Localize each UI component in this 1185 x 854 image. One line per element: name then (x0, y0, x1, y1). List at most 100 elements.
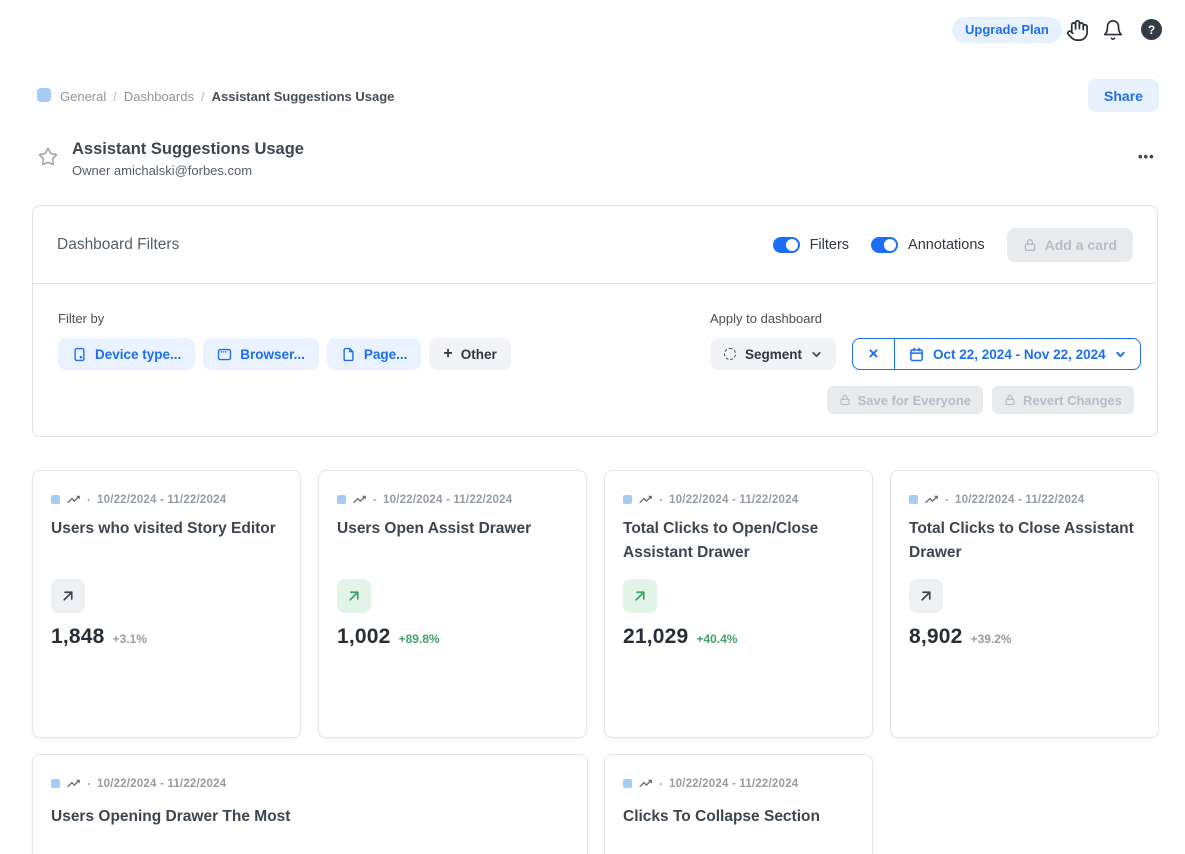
segment-dropdown[interactable]: Segment (710, 338, 836, 370)
trending-up-icon (66, 492, 81, 507)
card-meta: · 10/22/2024 - 11/22/2024 (909, 492, 1084, 507)
browser-icon (217, 347, 232, 362)
apply-controls-row: Segment × Oct 22, 2024 - Nov 22, 2024 (710, 338, 1141, 370)
other-filter-chip[interactable]: + Other (429, 338, 510, 370)
breadcrumb-current: Assistant Suggestions Usage (212, 89, 395, 104)
add-a-card-label: Add a card (1045, 237, 1117, 253)
annotations-toggle-switch[interactable] (871, 237, 898, 253)
space-icon (51, 495, 60, 504)
trending-up-icon (638, 776, 653, 791)
filters-panel-body: Filter by Device type... (33, 284, 1157, 437)
meta-bullet: · (373, 493, 377, 507)
card-date-range: 10/22/2024 - 11/22/2024 (955, 494, 1084, 506)
filter-chips-row: Device type... Browser... (58, 338, 511, 370)
card-title: Clicks To Collapse Section (623, 805, 856, 829)
space-icon (37, 88, 51, 102)
metric-card[interactable]: · 10/22/2024 - 11/22/2024 Clicks To Coll… (604, 754, 873, 854)
meta-bullet: · (945, 493, 949, 507)
dashboard-filters-panel: Dashboard Filters Filters Annotations (32, 205, 1158, 437)
card-delta: +40.4% (696, 632, 737, 646)
card-title: Total Clicks to Open/Close Assistant Dra… (623, 517, 856, 565)
meta-bullet: · (659, 493, 663, 507)
help-icon[interactable]: ? (1141, 19, 1162, 40)
breadcrumb-separator: / (201, 89, 205, 104)
arrow-up-right-icon (623, 579, 657, 613)
chevron-down-icon (1115, 349, 1126, 360)
page-filter-chip[interactable]: Page... (327, 338, 422, 370)
filters-toggle[interactable]: Filters (773, 237, 849, 253)
card-meta: · 10/22/2024 - 11/22/2024 (623, 492, 798, 507)
more-menu-button[interactable]: ••• (1138, 149, 1155, 164)
breadcrumb: General / Dashboards / Assistant Suggest… (60, 89, 394, 104)
meta-bullet: · (659, 777, 663, 791)
save-buttons-row: Save for Everyone Revert Changes (827, 386, 1134, 414)
meta-bullet: · (87, 777, 91, 791)
trending-up-icon (66, 776, 81, 791)
share-button[interactable]: Share (1088, 79, 1159, 112)
card-date-range: 10/22/2024 - 11/22/2024 (97, 778, 226, 790)
add-a-card-button[interactable]: Add a card (1007, 228, 1133, 262)
lock-icon (1004, 394, 1016, 406)
chevron-down-icon (811, 349, 822, 360)
breadcrumb-separator: / (113, 89, 117, 104)
segment-icon (724, 348, 736, 360)
metric-card[interactable]: · 10/22/2024 - 11/22/2024 Users who visi… (32, 470, 301, 738)
plus-icon: + (443, 345, 452, 363)
card-delta: +89.8% (399, 632, 440, 646)
card-value: 1,848 (51, 625, 105, 649)
meta-bullet: · (87, 493, 91, 507)
breadcrumb-general[interactable]: General (60, 89, 106, 104)
card-delta: +3.1% (113, 632, 147, 646)
card-meta: · 10/22/2024 - 11/22/2024 (51, 492, 226, 507)
filters-panel-header: Dashboard Filters Filters Annotations (33, 206, 1157, 284)
date-range-filter: × Oct 22, 2024 - Nov 22, 2024 (852, 338, 1141, 370)
date-range-dropdown[interactable]: Oct 22, 2024 - Nov 22, 2024 (895, 339, 1140, 369)
metric-card[interactable]: · 10/22/2024 - 11/22/2024 Total Clicks t… (604, 470, 873, 738)
arrow-up-right-icon (909, 579, 943, 613)
metric-card[interactable]: · 10/22/2024 - 11/22/2024 Users Opening … (32, 754, 588, 854)
metric-card[interactable]: · 10/22/2024 - 11/22/2024 Users Open Ass… (318, 470, 587, 738)
arrow-up-right-icon (51, 579, 85, 613)
card-date-range: 10/22/2024 - 11/22/2024 (383, 494, 512, 506)
filters-toggle-switch[interactable] (773, 237, 800, 253)
filters-panel-title: Dashboard Filters (57, 236, 179, 254)
annotations-toggle-label: Annotations (908, 237, 985, 253)
card-title: Users who visited Story Editor (51, 517, 284, 541)
browser-filter-chip[interactable]: Browser... (203, 338, 319, 370)
clear-date-filter-button[interactable]: × (853, 339, 895, 369)
space-icon (623, 779, 632, 788)
bell-icon[interactable] (1101, 18, 1125, 42)
card-value: 8,902 (909, 625, 963, 649)
trending-up-icon (638, 492, 653, 507)
card-date-range: 10/22/2024 - 11/22/2024 (97, 494, 226, 506)
card-date-range: 10/22/2024 - 11/22/2024 (669, 778, 798, 790)
metric-card[interactable]: · 10/22/2024 - 11/22/2024 Total Clicks t… (890, 470, 1159, 738)
card-value: 1,002 (337, 625, 391, 649)
lock-icon (1023, 238, 1037, 252)
page-icon (341, 347, 356, 362)
hand-icon[interactable] (1065, 18, 1089, 42)
filter-by-label: Filter by (58, 311, 104, 326)
filters-toggle-label: Filters (810, 237, 849, 253)
revert-changes-button[interactable]: Revert Changes (992, 386, 1134, 414)
favorite-star-icon[interactable] (38, 147, 58, 167)
page-chip-label: Page... (364, 347, 408, 362)
save-for-everyone-button[interactable]: Save for Everyone (827, 386, 983, 414)
space-icon (623, 495, 632, 504)
arrow-up-right-icon (337, 579, 371, 613)
card-value: 21,029 (623, 625, 688, 649)
device-type-chip-label: Device type... (95, 347, 181, 362)
space-icon (51, 779, 60, 788)
browser-chip-label: Browser... (240, 347, 305, 362)
upgrade-plan-button[interactable]: Upgrade Plan (952, 17, 1062, 43)
card-title: Users Open Assist Drawer (337, 517, 570, 541)
trending-up-icon (924, 492, 939, 507)
trending-up-icon (352, 492, 367, 507)
annotations-toggle[interactable]: Annotations (871, 237, 985, 253)
lock-icon (839, 394, 851, 406)
card-date-range: 10/22/2024 - 11/22/2024 (669, 494, 798, 506)
device-type-filter-chip[interactable]: Device type... (58, 338, 195, 370)
card-meta: · 10/22/2024 - 11/22/2024 (337, 492, 512, 507)
space-icon (337, 495, 346, 504)
breadcrumb-dashboards[interactable]: Dashboards (124, 89, 194, 104)
